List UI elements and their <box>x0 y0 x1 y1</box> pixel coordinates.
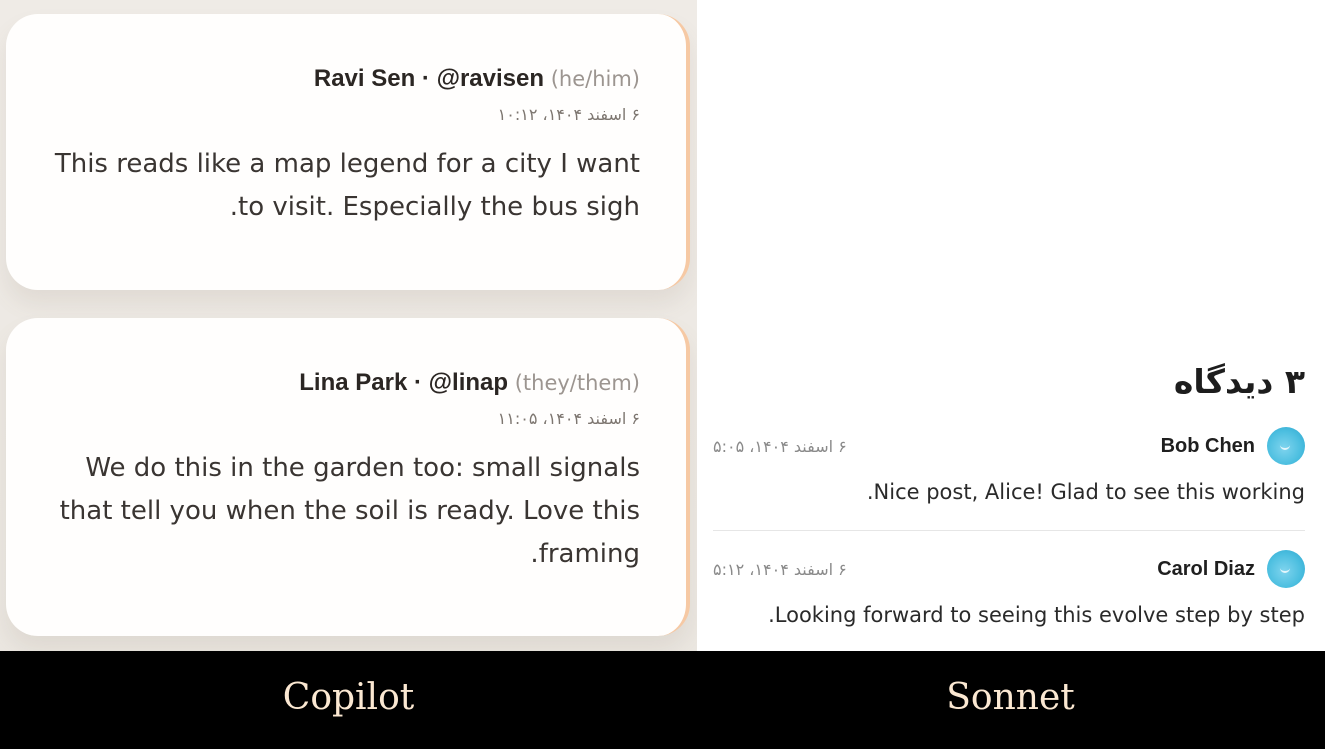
post-body: We do this in the garden too: small sign… <box>59 453 640 569</box>
post-author-pronouns: (he/him) <box>550 67 640 91</box>
post-body: This reads like a map legend for a city … <box>54 149 640 222</box>
post-timestamp: ۶ اسفند ۱۴۰۴، ۱۰:۱۲ <box>497 105 640 124</box>
comment-text: Looking forward to seeing this evolve st… <box>768 603 1305 627</box>
avatar[interactable] <box>1267 550 1305 588</box>
comment-item: Bob Chen ۶ اسفند ۱۴۰۴، ۵:۰۵ Nice post, A… <box>713 425 1305 531</box>
caption-bar: Copilot Sonnet <box>0 651 1325 749</box>
comment-timestamp: ۶ اسفند ۱۴۰۴، ۵:۰۵ <box>713 436 847 456</box>
comment-header: Carol Diaz ۶ اسفند ۱۴۰۴، ۵:۱۲ <box>713 548 1305 590</box>
comments-count-heading: ۳ دیدگاه <box>1173 362 1305 401</box>
post-card: Ravi Sen · @ravisen (he/him) ۶ اسفند ۱۴۰… <box>6 14 690 290</box>
comment-header: Bob Chen ۶ اسفند ۱۴۰۴، ۵:۰۵ <box>713 425 1305 467</box>
post-card: Lina Park · @linap (they/them) ۶ اسفند ۱… <box>6 318 690 636</box>
caption-sonnet: Sonnet <box>946 677 1075 718</box>
sonnet-panel: ۳ دیدگاه Bob Chen ۶ اسفند ۱۴۰۴، ۵:۰۵ Nic… <box>697 0 1325 651</box>
caption-copilot: Copilot <box>282 677 415 718</box>
comment-item: Carol Diaz ۶ اسفند ۱۴۰۴، ۵:۱۲ Looking fo… <box>713 548 1305 638</box>
post-author-pronouns: (they/them) <box>514 371 640 395</box>
comment-author-name[interactable]: Carol Diaz <box>1157 558 1255 581</box>
comment-timestamp: ۶ اسفند ۱۴۰۴، ۵:۱۲ <box>713 559 847 579</box>
post-author: Lina Park · @linap (they/them) <box>36 367 640 399</box>
post-author-name[interactable]: Lina Park · @linap <box>299 369 508 396</box>
post-author-name[interactable]: Ravi Sen · @ravisen <box>314 65 544 92</box>
post-timestamp: ۶ اسفند ۱۴۰۴، ۱۱:۰۵ <box>497 409 640 428</box>
avatar[interactable] <box>1267 427 1305 465</box>
post-author: Ravi Sen · @ravisen (he/him) <box>36 63 640 95</box>
copilot-panel: Ravi Sen · @ravisen (he/him) ۶ اسفند ۱۴۰… <box>0 0 697 651</box>
comment-text: Nice post, Alice! Glad to see this worki… <box>866 480 1305 504</box>
comment-author-name[interactable]: Bob Chen <box>1161 435 1255 458</box>
